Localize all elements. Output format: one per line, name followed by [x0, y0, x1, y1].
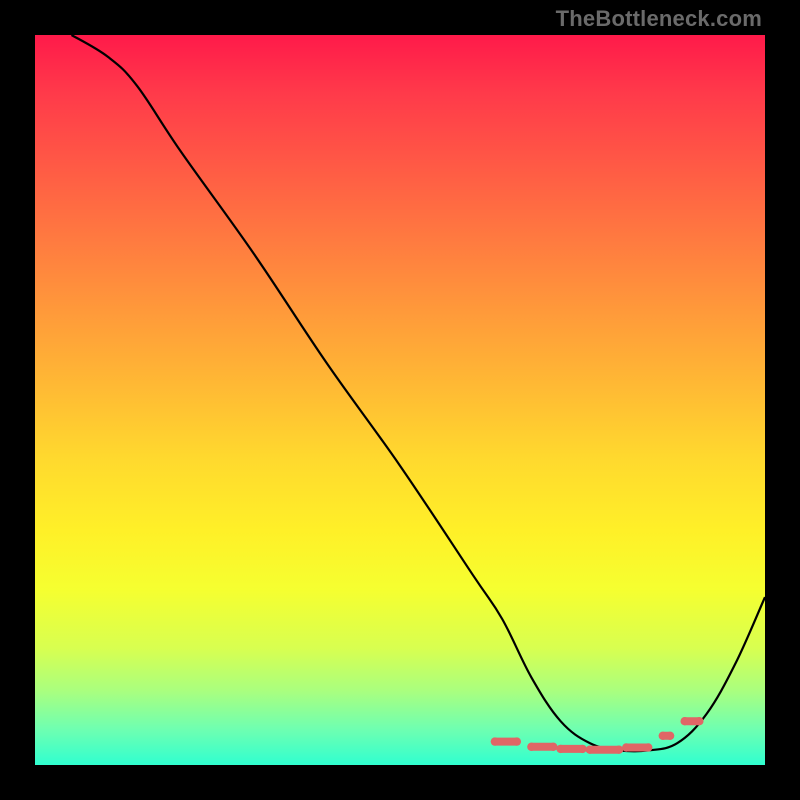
highlight-dot	[681, 717, 689, 725]
highlight-dot	[527, 743, 535, 751]
highlight-dot	[556, 745, 564, 753]
highlight-dot	[659, 732, 667, 740]
highlight-dot	[578, 745, 586, 753]
chart-frame: TheBottleneck.com	[0, 0, 800, 800]
highlight-dot	[491, 737, 499, 745]
highlight-dot	[513, 737, 521, 745]
highlight-dot	[586, 746, 594, 754]
main-curve	[72, 35, 766, 751]
curve-svg	[35, 35, 765, 765]
watermark-text: TheBottleneck.com	[556, 6, 762, 32]
highlight-dot	[549, 743, 557, 751]
plot-area	[35, 35, 765, 765]
highlight-dot	[666, 732, 674, 740]
highlight-dashes	[491, 717, 704, 754]
highlight-dot	[615, 746, 623, 754]
highlight-dot	[695, 717, 703, 725]
highlight-dot	[644, 743, 652, 751]
highlight-dot	[622, 743, 630, 751]
